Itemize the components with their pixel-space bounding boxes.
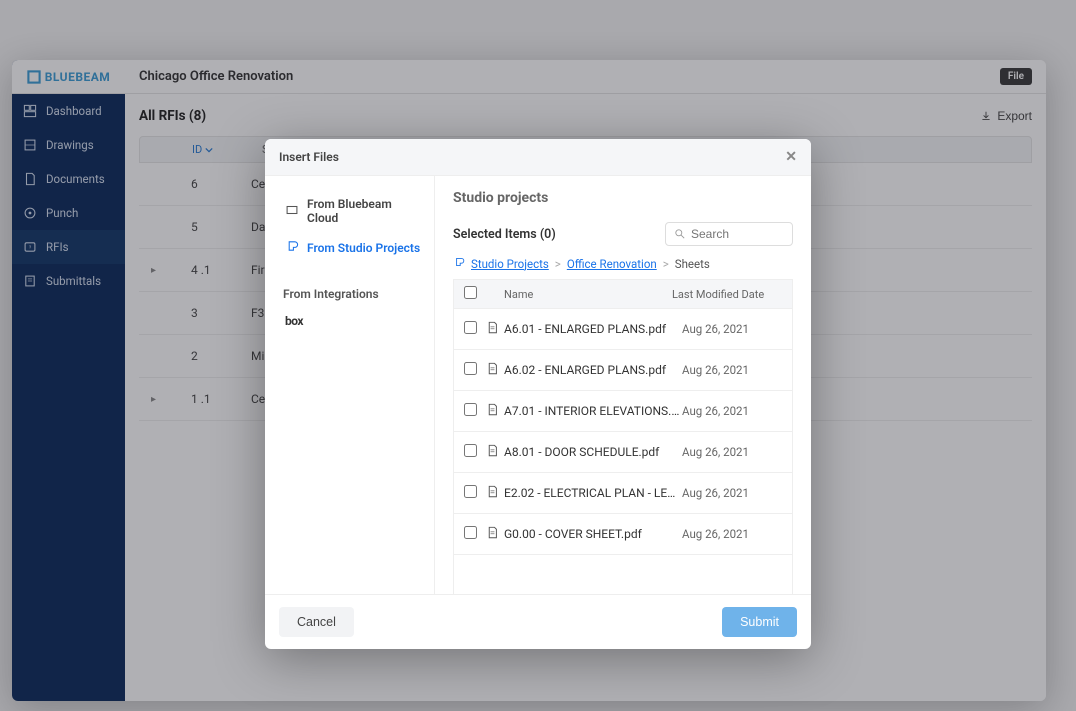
col-date: Last Modified Date — [672, 288, 782, 301]
modal-overlay: Insert Files ✕ From Bluebeam Cloud From … — [0, 0, 1076, 711]
chevron-right-icon: > — [555, 257, 561, 271]
file-icon — [486, 362, 504, 378]
cancel-button[interactable]: Cancel — [279, 607, 354, 637]
file-row[interactable]: G0.00 - COVER SHEET.pdf Aug 26, 2021 — [454, 514, 792, 555]
file-icon — [486, 485, 504, 501]
selected-row: Selected Items (0) — [453, 222, 793, 246]
modal-title: Insert Files — [279, 150, 339, 164]
source-box[interactable]: box — [283, 307, 424, 335]
search-input-wrapper[interactable] — [665, 222, 793, 246]
file-row[interactable]: A6.02 - ENLARGED PLANS.pdf Aug 26, 2021 — [454, 350, 792, 391]
file-row[interactable]: A8.01 - DOOR SCHEDULE.pdf Aug 26, 2021 — [454, 432, 792, 473]
file-name: G0.00 - COVER SHEET.pdf — [504, 527, 682, 541]
file-checkbox[interactable] — [464, 485, 477, 498]
file-name: A7.01 - INTERIOR ELEVATIONS.pdf — [504, 404, 682, 418]
chevron-right-icon: > — [663, 257, 669, 271]
source-bluebeam-cloud[interactable]: From Bluebeam Cloud — [283, 190, 424, 232]
file-name: E2.02 - ELECTRICAL PLAN - LEVEL — [504, 486, 682, 500]
crumb-leaf: Sheets — [675, 257, 710, 271]
file-name: A6.02 - ENLARGED PLANS.pdf — [504, 363, 682, 377]
file-checkbox[interactable] — [464, 444, 477, 457]
selected-count: Selected Items (0) — [453, 227, 556, 242]
file-icon — [486, 444, 504, 460]
file-checkbox[interactable] — [464, 362, 477, 375]
studio-icon — [285, 239, 299, 256]
modal-body: From Bluebeam Cloud From Studio Projects… — [265, 176, 811, 594]
file-name: A8.01 - DOOR SCHEDULE.pdf — [504, 445, 682, 459]
source-label: From Bluebeam Cloud — [307, 197, 422, 225]
cloud-icon — [285, 203, 299, 220]
crumb-mid[interactable]: Office Renovation — [567, 257, 657, 271]
col-name: Name — [486, 288, 672, 301]
right-title: Studio projects — [453, 190, 793, 206]
insert-files-modal: Insert Files ✕ From Bluebeam Cloud From … — [265, 139, 811, 649]
file-name: A6.01 - ENLARGED PLANS.pdf — [504, 322, 682, 336]
file-icon — [486, 321, 504, 337]
modal-header: Insert Files ✕ — [265, 139, 811, 176]
file-checkbox[interactable] — [464, 403, 477, 416]
integrations-heading: From Integrations — [283, 287, 424, 301]
search-icon — [674, 228, 686, 240]
file-icon — [486, 403, 504, 419]
file-row[interactable]: E2.02 - ELECTRICAL PLAN - LEVEL Aug 26, … — [454, 473, 792, 514]
breadcrumb: Studio Projects > Office Renovation > Sh… — [453, 256, 793, 271]
file-date: Aug 26, 2021 — [682, 322, 782, 336]
modal-footer: Cancel Submit — [265, 594, 811, 649]
file-table-header: Name Last Modified Date — [453, 279, 793, 309]
file-list[interactable]: A6.01 - ENLARGED PLANS.pdf Aug 26, 2021 … — [453, 309, 793, 594]
file-date: Aug 26, 2021 — [682, 363, 782, 377]
modal-sources: From Bluebeam Cloud From Studio Projects… — [265, 176, 435, 594]
close-icon[interactable]: ✕ — [785, 149, 797, 165]
crumb-root[interactable]: Studio Projects — [471, 257, 549, 271]
file-checkbox[interactable] — [464, 321, 477, 334]
file-row[interactable]: A7.01 - INTERIOR ELEVATIONS.pdf Aug 26, … — [454, 391, 792, 432]
file-date: Aug 26, 2021 — [682, 486, 782, 500]
select-all-checkbox[interactable] — [464, 286, 477, 299]
modal-right: Studio projects Selected Items (0) Studi… — [435, 176, 811, 594]
studio-icon — [453, 256, 465, 271]
file-row[interactable]: A6.01 - ENLARGED PLANS.pdf Aug 26, 2021 — [454, 309, 792, 350]
search-input[interactable] — [691, 227, 781, 241]
submit-button[interactable]: Submit — [722, 607, 797, 637]
source-studio-projects[interactable]: From Studio Projects — [283, 232, 424, 263]
file-date: Aug 26, 2021 — [682, 445, 782, 459]
box-icon: box — [285, 314, 303, 328]
file-date: Aug 26, 2021 — [682, 404, 782, 418]
file-icon — [486, 526, 504, 542]
file-checkbox[interactable] — [464, 526, 477, 539]
source-label: From Studio Projects — [307, 241, 420, 255]
file-date: Aug 26, 2021 — [682, 527, 782, 541]
